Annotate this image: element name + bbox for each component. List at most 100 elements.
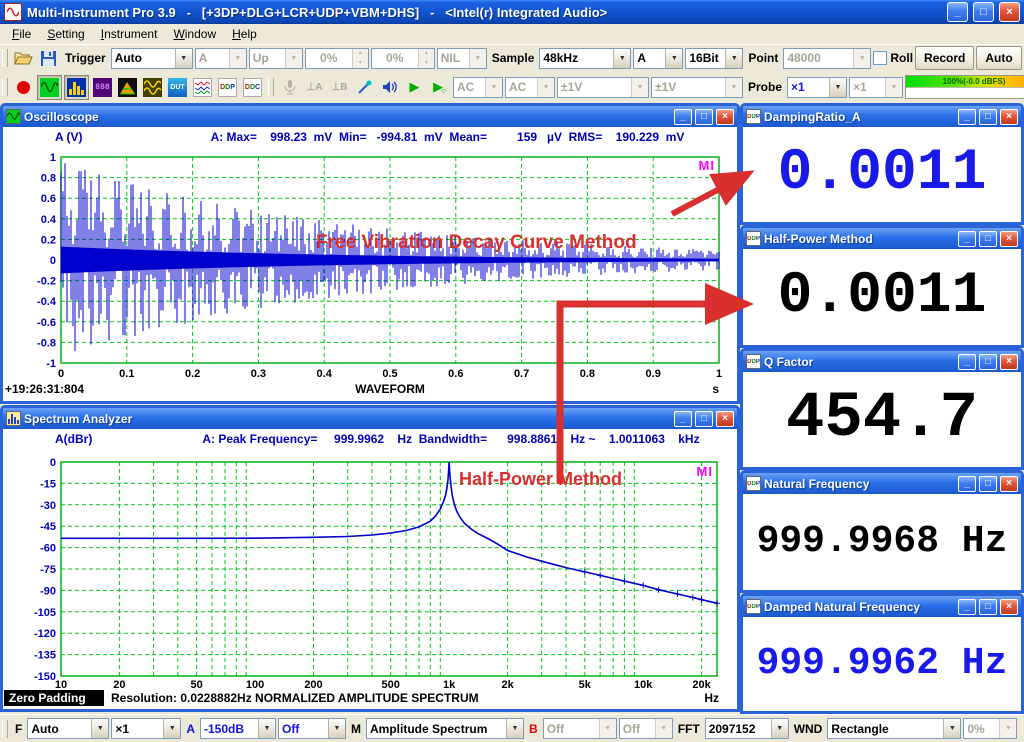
multimeter-button[interactable]: 888 <box>91 76 114 99</box>
osc-x-tick: 0.8 <box>580 368 595 380</box>
close-button[interactable]: × <box>1000 109 1018 125</box>
chevron-down-icon[interactable]: ▼ <box>91 719 108 738</box>
close-button[interactable]: × <box>1000 599 1018 615</box>
run-button[interactable]: ▶ <box>403 76 426 99</box>
close-button[interactable]: × <box>716 109 734 125</box>
maximize-button[interactable]: □ <box>973 2 994 22</box>
minimize-button[interactable]: _ <box>958 354 976 370</box>
auto-button[interactable]: Auto <box>976 46 1021 70</box>
calibration-button[interactable] <box>353 76 376 99</box>
chevron-down-icon[interactable]: ▼ <box>665 49 682 68</box>
run-loop-button[interactable]: ▶○ <box>428 76 451 99</box>
spectrum-plot[interactable]: 0-15-30-45-60-75-90-105-120-135-15010205… <box>3 449 737 709</box>
fft-size-combo[interactable]: 2097152▼ <box>705 718 789 739</box>
spec-x-tick: 20 <box>113 679 125 691</box>
ddc-button[interactable]: DDC <box>241 76 264 99</box>
chevron-down-icon[interactable]: ▼ <box>613 49 630 68</box>
close-button[interactable]: × <box>1000 476 1018 492</box>
measurement-mode-combo[interactable]: Amplitude Spectrum▼ <box>366 718 524 739</box>
sampling-rate-combo[interactable]: 48kHz▼ <box>539 48 631 69</box>
trigger-mode-combo[interactable]: Auto▼ <box>111 48 193 69</box>
osc-y-tick: -0.8 <box>37 337 56 349</box>
device-test-plan-button[interactable]: DUT <box>166 76 189 99</box>
chevron-down-icon[interactable]: ▼ <box>175 49 192 68</box>
chevron-down-icon[interactable]: ▼ <box>258 719 275 738</box>
maximize-button[interactable]: □ <box>695 109 713 125</box>
close-button[interactable]: × <box>1000 354 1018 370</box>
sound-output-button[interactable] <box>378 76 401 99</box>
maximize-button[interactable]: □ <box>979 476 997 492</box>
spec-x-tick: 2k <box>501 679 514 691</box>
ground-a-button: ⊥A <box>303 76 326 99</box>
minimize-button[interactable]: _ <box>947 2 968 22</box>
chevron-down-icon[interactable]: ▼ <box>506 719 523 738</box>
trigger-source-value: A <box>196 51 229 65</box>
record-indicator-button[interactable] <box>12 76 35 99</box>
spectrum-title-bar[interactable]: Spectrum Analyzer _ □ × <box>3 408 737 429</box>
record-button[interactable]: Record <box>915 46 974 70</box>
chevron-down-icon[interactable]: ▼ <box>829 78 846 97</box>
ground-b-icon: ⊥B <box>332 82 348 93</box>
a-range-combo[interactable]: -150dB▼ <box>200 718 276 739</box>
close-button[interactable]: × <box>999 2 1020 22</box>
toolbar-grip[interactable] <box>2 720 8 738</box>
close-button[interactable]: × <box>1000 231 1018 247</box>
menu-window[interactable]: Window <box>165 25 224 43</box>
toolbar-instruments: 888 DUT DDP DDC ⊥A ⊥B <box>0 71 1024 103</box>
roll-checkbox-group[interactable]: Roll <box>873 51 913 65</box>
window-type-combo[interactable]: Rectangle▼ <box>827 718 961 739</box>
maximize-button[interactable]: □ <box>979 231 997 247</box>
sampling-channel-combo[interactable]: A▼ <box>633 48 683 69</box>
frequency-mode-combo[interactable]: Auto▼ <box>27 718 109 739</box>
maximize-button[interactable]: □ <box>695 411 713 427</box>
chevron-down-icon: ▼ <box>285 49 302 68</box>
minimize-button[interactable]: _ <box>674 411 692 427</box>
chevron-down-icon[interactable]: ▼ <box>943 719 960 738</box>
damping-ratio-title-bar[interactable]: DDP DampingRatio_A _ □ × <box>743 106 1021 127</box>
damped-natural-frequency-title-bar[interactable]: DDP Damped Natural Frequency _ □ × <box>743 596 1021 617</box>
menu-file[interactable]: File <box>4 25 39 43</box>
minimize-button[interactable]: _ <box>958 231 976 247</box>
ddp-viewer-button[interactable]: DDP <box>216 76 239 99</box>
natural-frequency-title-bar[interactable]: DDP Natural Frequency _ □ × <box>743 473 1021 494</box>
minimize-button[interactable]: _ <box>674 109 692 125</box>
maximize-button[interactable]: □ <box>979 109 997 125</box>
spectrum-3d-button[interactable] <box>116 76 139 99</box>
maximize-button[interactable]: □ <box>979 599 997 615</box>
oscilloscope-title-bar[interactable]: Oscilloscope _ □ × <box>3 106 737 127</box>
chevron-down-icon[interactable]: ▼ <box>163 719 180 738</box>
probe-a-combo[interactable]: ×1▼ <box>787 77 847 98</box>
coupling-a-combo: AC▼ <box>453 77 503 98</box>
spectrum-stats: A: Peak Frequency= 999.9962 Hz Bandwidth… <box>92 432 699 446</box>
oscilloscope-button[interactable] <box>37 75 62 100</box>
chevron-down-icon[interactable]: ▼ <box>328 719 345 738</box>
minimize-button[interactable]: _ <box>958 109 976 125</box>
chevron-down-icon[interactable]: ▼ <box>725 49 742 68</box>
signal-generator-button[interactable] <box>141 76 164 99</box>
ddp-icon: DDP <box>746 109 761 124</box>
q-factor-title-bar[interactable]: DDP Q Factor _ □ × <box>743 351 1021 372</box>
chevron-down-icon[interactable]: ▼ <box>771 719 788 738</box>
half-power-title-bar[interactable]: DDP Half-Power Method _ □ × <box>743 228 1021 249</box>
menu-instrument[interactable]: Instrument <box>93 25 166 43</box>
roll-checkbox[interactable] <box>873 51 887 65</box>
ddp-icon: DDP <box>746 599 761 614</box>
close-button[interactable]: × <box>716 411 734 427</box>
sampling-bits-combo[interactable]: 16Bit▼ <box>685 48 743 69</box>
wnd-label: WND <box>791 722 826 736</box>
minimize-button[interactable]: _ <box>958 599 976 615</box>
derived-data-curves-button[interactable] <box>191 76 214 99</box>
toolbar-grip[interactable] <box>2 78 8 96</box>
toolbar-grip[interactable] <box>2 49 8 67</box>
menu-setting[interactable]: Setting <box>39 25 92 43</box>
minimize-button[interactable]: _ <box>958 476 976 492</box>
open-file-button[interactable] <box>12 47 35 70</box>
save-button[interactable] <box>37 47 60 70</box>
spectrum-analyzer-button[interactable] <box>64 75 89 100</box>
a-mode-combo[interactable]: Off▼ <box>278 718 346 739</box>
frequency-scale-combo[interactable]: ×1▼ <box>111 718 181 739</box>
maximize-button[interactable]: □ <box>979 354 997 370</box>
menu-help[interactable]: Help <box>224 25 265 43</box>
oscilloscope-plot[interactable]: 10.80.60.40.20-0.2-0.4-0.6-0.8-100.10.20… <box>3 147 737 401</box>
chevron-down-icon: ▼ <box>485 78 502 97</box>
